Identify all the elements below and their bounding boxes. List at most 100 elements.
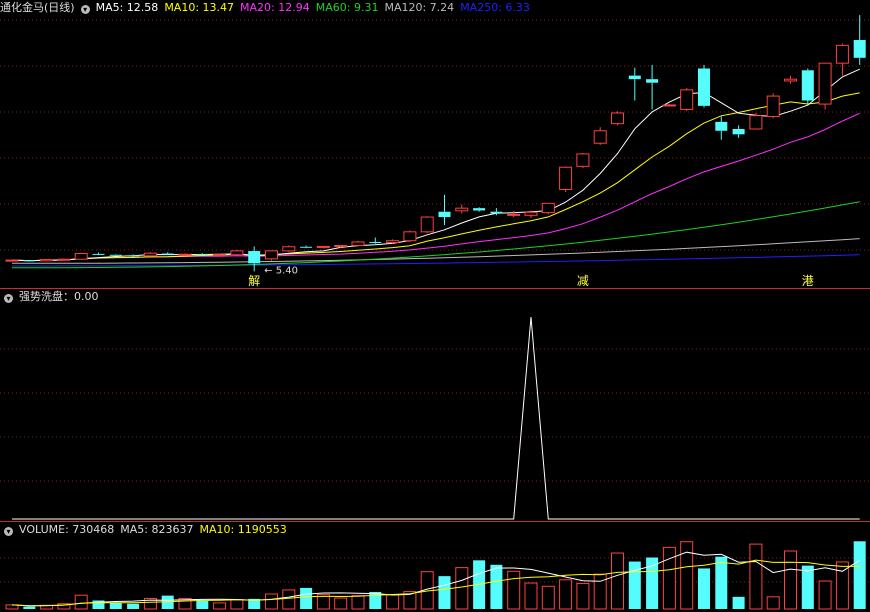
candle <box>853 15 866 65</box>
event-marker-label: 港 <box>802 274 814 288</box>
candle-body <box>300 246 313 248</box>
candle-body <box>490 211 503 214</box>
volume-bar <box>490 564 503 609</box>
volume-bar <box>300 587 313 609</box>
event-marker: 解 <box>247 273 262 288</box>
price-header: 通化金马(日线) ▾ MA5: 12.58 MA10: 13.47 MA20: 12.9… <box>0 0 542 16</box>
candle <box>74 252 88 260</box>
candle-body <box>420 216 434 233</box>
volume-bar <box>628 561 641 609</box>
candle-body <box>593 130 607 144</box>
volume-ma10-label: MA10: 1190553 <box>199 523 287 536</box>
candle <box>282 245 296 252</box>
candle-body <box>680 89 694 110</box>
ma120-line <box>12 238 860 264</box>
candle-body <box>732 128 745 135</box>
candle <box>213 253 227 257</box>
candle-body <box>178 253 192 256</box>
candle-body <box>369 241 382 243</box>
candle-body <box>524 211 538 216</box>
candle <box>92 252 105 256</box>
volume-header: ▾ VOLUME: 730468 MA5: 823637 MA10: 1190553 <box>0 522 293 538</box>
event-marker-label: 解 <box>248 274 260 288</box>
volume-bar <box>611 552 624 610</box>
candle-body <box>23 260 36 262</box>
ma20-line <box>11 112 860 262</box>
indicator-chart[interactable] <box>0 289 870 521</box>
candle-body <box>438 211 451 218</box>
volume-bar <box>698 568 710 609</box>
candle-body <box>248 251 261 264</box>
candle <box>766 93 780 119</box>
candle-body <box>646 79 659 83</box>
volume-toggle-icon[interactable]: ▾ <box>4 527 13 536</box>
volume-bar <box>351 595 365 610</box>
volume-bar <box>23 606 36 609</box>
candle-body <box>196 254 209 256</box>
volume-bar <box>213 602 227 610</box>
candle-body <box>316 245 330 248</box>
candle <box>835 43 849 76</box>
candle-body <box>386 240 400 244</box>
candle-body <box>611 112 624 125</box>
candle-body <box>143 252 157 257</box>
price-panel[interactable]: ← 5.40 解 减 港 通化金马(日线) ▾ MA5: 12.58 MA10: 13.47… <box>0 0 870 288</box>
volume-bar <box>334 597 348 610</box>
indicator-toggle-icon[interactable]: ▾ <box>4 294 13 303</box>
event-marker-label: 减 <box>577 274 589 288</box>
candle-body <box>282 246 296 252</box>
candle <box>265 250 278 261</box>
stock-title: 通化金马(日线) <box>0 1 75 14</box>
candle <box>143 252 157 257</box>
candle-body <box>5 259 19 262</box>
indicator-line <box>12 317 860 520</box>
candle-body <box>351 241 365 247</box>
volume-bar <box>282 589 296 610</box>
candle-body <box>801 70 814 101</box>
candle <box>749 112 763 130</box>
volume-bar <box>749 543 763 610</box>
volume-bar <box>766 596 780 610</box>
candle-body <box>109 254 122 256</box>
candle <box>455 204 469 214</box>
candle <box>715 116 728 140</box>
candle <box>178 253 192 256</box>
candle <box>732 125 745 138</box>
candle-body <box>40 259 54 262</box>
candle-body <box>698 68 710 106</box>
candle <box>369 237 382 244</box>
indicator-header: ▾ 强势洗盘：0.00 <box>0 289 105 305</box>
indicator-panel[interactable]: ▾ 强势洗盘：0.00 <box>0 289 870 521</box>
volume-ma5-line <box>11 551 860 607</box>
indicator-label: 强势洗盘：0.00 <box>19 290 99 303</box>
candle-body <box>507 213 521 216</box>
ma-legend-ma5: MA5: 12.58 <box>95 1 159 14</box>
ma-legend-ma60: MA60: 9.31 <box>315 1 379 14</box>
volume-bar <box>784 550 797 610</box>
candle-body <box>715 121 728 131</box>
volume-bar <box>196 600 209 609</box>
candle-body <box>334 245 348 248</box>
candlestick-chart[interactable]: ← 5.40 解 减 港 <box>0 0 870 288</box>
candle-body <box>749 115 763 130</box>
settings-toggle-icon[interactable]: ▾ <box>80 5 90 14</box>
candle <box>576 153 590 169</box>
candle <box>230 249 244 256</box>
candle <box>628 67 641 101</box>
candle <box>248 246 261 272</box>
candle <box>559 166 573 193</box>
candle <box>818 62 832 110</box>
ma-legend-ma120: MA120: 7.24 <box>384 1 455 14</box>
volume-panel[interactable]: ▾ VOLUME: 730468 MA5: 823637 MA10: 1190553 <box>0 522 870 612</box>
volume-bar <box>524 582 538 610</box>
candle <box>316 245 330 249</box>
candle-body <box>853 40 866 58</box>
candle <box>680 88 694 112</box>
stock-chart-window: ← 5.40 解 减 港 通化金马(日线) ▾ MA5: 12.58 MA10: 13.47… <box>0 0 870 612</box>
candle-body <box>57 258 71 261</box>
candle-body <box>576 153 590 167</box>
ma250-line <box>12 254 860 267</box>
volume-bar <box>559 579 573 610</box>
ma5-line <box>11 68 860 262</box>
volume-bar <box>127 603 140 609</box>
